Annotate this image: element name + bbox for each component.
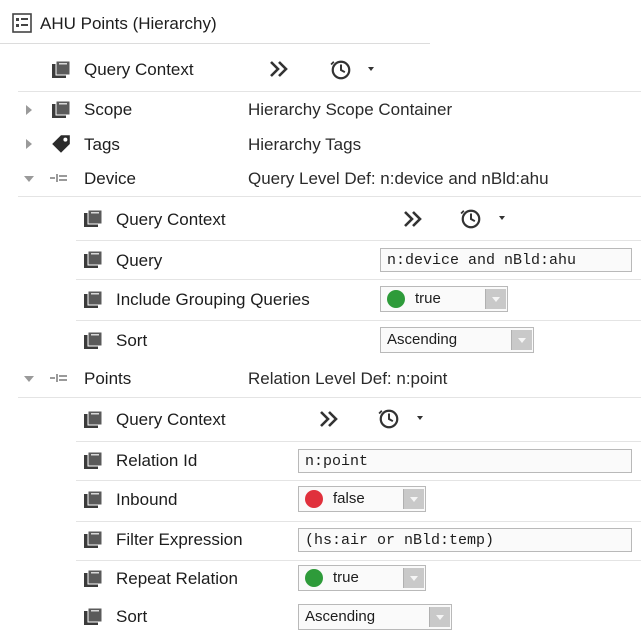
- include-grouping-row: Include Grouping Queries true: [0, 281, 641, 319]
- query-context-icon: [83, 530, 103, 549]
- inbound-select[interactable]: false: [298, 486, 426, 512]
- device-label: Device: [84, 169, 136, 188]
- filter-expression-row: Filter Expression (hs:air or nBld:temp): [0, 523, 641, 559]
- top-query-context-row[interactable]: Query Context: [0, 48, 641, 90]
- chevron-down-icon[interactable]: [498, 215, 506, 221]
- chevron-down-icon[interactable]: [511, 330, 532, 350]
- chevron-down-icon[interactable]: [403, 568, 424, 588]
- double-chevron-icon[interactable]: [402, 209, 424, 229]
- double-chevron-icon[interactable]: [318, 409, 340, 429]
- scope-row[interactable]: Scope Hierarchy Scope Container: [0, 93, 641, 127]
- expand-icon[interactable]: [26, 105, 32, 115]
- points-label: Points: [84, 369, 132, 388]
- chevron-down-icon[interactable]: [367, 66, 375, 72]
- points-query-context-row[interactable]: Query Context: [0, 399, 641, 441]
- chevron-down-icon[interactable]: [485, 289, 506, 309]
- query-field[interactable]: n:device and nBld:ahu: [380, 248, 632, 272]
- query-context-icon: [83, 410, 103, 429]
- divider: [76, 521, 641, 522]
- inbound-label: Inbound: [116, 490, 178, 509]
- points-row[interactable]: Points Relation Level Def: n:point: [0, 362, 641, 396]
- chevron-down-icon[interactable]: [416, 415, 424, 421]
- status-dot-true: [387, 290, 405, 308]
- query-context-icon: [51, 60, 71, 79]
- tag-icon: [52, 135, 70, 153]
- clock-icon[interactable]: [330, 59, 352, 81]
- level-def-icon: [50, 374, 67, 382]
- double-chevron-icon[interactable]: [268, 59, 290, 79]
- divider: [18, 196, 641, 197]
- title-underline: [0, 43, 430, 44]
- select-value: Ascending: [387, 331, 458, 348]
- device-query-context-row[interactable]: Query Context: [0, 198, 641, 240]
- divider: [76, 279, 641, 280]
- select-value: Ascending: [305, 608, 376, 625]
- query-context-icon: [83, 607, 103, 626]
- status-dot-true: [305, 569, 323, 587]
- hierarchy-icon: [12, 13, 32, 33]
- device-query-row: Query n:device and nBld:ahu: [0, 242, 641, 278]
- query-context-icon: [83, 569, 103, 588]
- divider: [76, 320, 641, 321]
- device-row[interactable]: Device Query Level Def: n:device and nBl…: [0, 161, 641, 195]
- query-context-icon: [51, 100, 71, 119]
- query-context-icon: [83, 290, 103, 309]
- select-value: true: [415, 290, 441, 307]
- divider: [76, 480, 641, 481]
- inbound-row: Inbound false: [0, 482, 641, 520]
- select-value: true: [333, 569, 359, 586]
- divider: [18, 91, 641, 92]
- query-context-label: Query Context: [116, 210, 226, 229]
- points-value: Relation Level Def: n:point: [248, 369, 448, 388]
- chevron-down-icon[interactable]: [429, 607, 450, 627]
- include-grouping-select[interactable]: true: [380, 286, 508, 312]
- repeat-relation-row: Repeat Relation true: [0, 562, 641, 598]
- relation-id-row: Relation Id n:point: [0, 443, 641, 479]
- filter-expression-field[interactable]: (hs:air or nBld:temp): [298, 528, 632, 552]
- device-sort-row: Sort Ascending: [0, 322, 641, 360]
- collapse-icon[interactable]: [24, 376, 34, 382]
- clock-icon[interactable]: [460, 208, 482, 230]
- divider: [76, 560, 641, 561]
- tags-label: Tags: [84, 135, 120, 154]
- query-context-icon: [83, 490, 103, 509]
- query-label: Query: [116, 251, 163, 270]
- sort-select[interactable]: Ascending: [298, 604, 452, 630]
- filter-expression-label: Filter Expression: [116, 530, 243, 549]
- level-def-icon: [50, 174, 67, 182]
- scope-label: Scope: [84, 100, 133, 119]
- expand-icon[interactable]: [26, 139, 32, 149]
- tags-row[interactable]: Tags Hierarchy Tags: [0, 127, 641, 161]
- points-sort-row: Sort Ascending: [0, 599, 641, 635]
- chevron-down-icon[interactable]: [403, 489, 424, 509]
- divider: [76, 441, 641, 442]
- relation-id-label: Relation Id: [116, 451, 198, 470]
- query-context-icon: [83, 331, 103, 350]
- query-context-label: Query Context: [84, 60, 194, 79]
- sort-label: Sort: [116, 607, 148, 626]
- query-context-icon: [83, 250, 103, 269]
- divider: [18, 397, 641, 398]
- relation-id-field[interactable]: n:point: [298, 449, 632, 473]
- clock-icon[interactable]: [378, 408, 400, 430]
- collapse-icon[interactable]: [24, 176, 34, 182]
- sort-select[interactable]: Ascending: [380, 327, 534, 353]
- query-context-icon: [83, 209, 103, 228]
- title-row: AHU Points (Hierarchy): [0, 0, 641, 46]
- select-value: false: [333, 490, 365, 507]
- page-title: AHU Points (Hierarchy): [40, 14, 217, 33]
- scope-value: Hierarchy Scope Container: [248, 100, 453, 119]
- device-value: Query Level Def: n:device and nBld:ahu: [248, 169, 549, 188]
- query-context-icon: [83, 451, 103, 470]
- sort-label: Sort: [116, 331, 148, 350]
- status-dot-false: [305, 490, 323, 508]
- repeat-relation-select[interactable]: true: [298, 565, 426, 591]
- include-grouping-label: Include Grouping Queries: [116, 290, 310, 309]
- divider: [76, 240, 641, 241]
- repeat-relation-label: Repeat Relation: [116, 569, 238, 588]
- query-context-label: Query Context: [116, 410, 226, 429]
- tags-value: Hierarchy Tags: [248, 135, 362, 154]
